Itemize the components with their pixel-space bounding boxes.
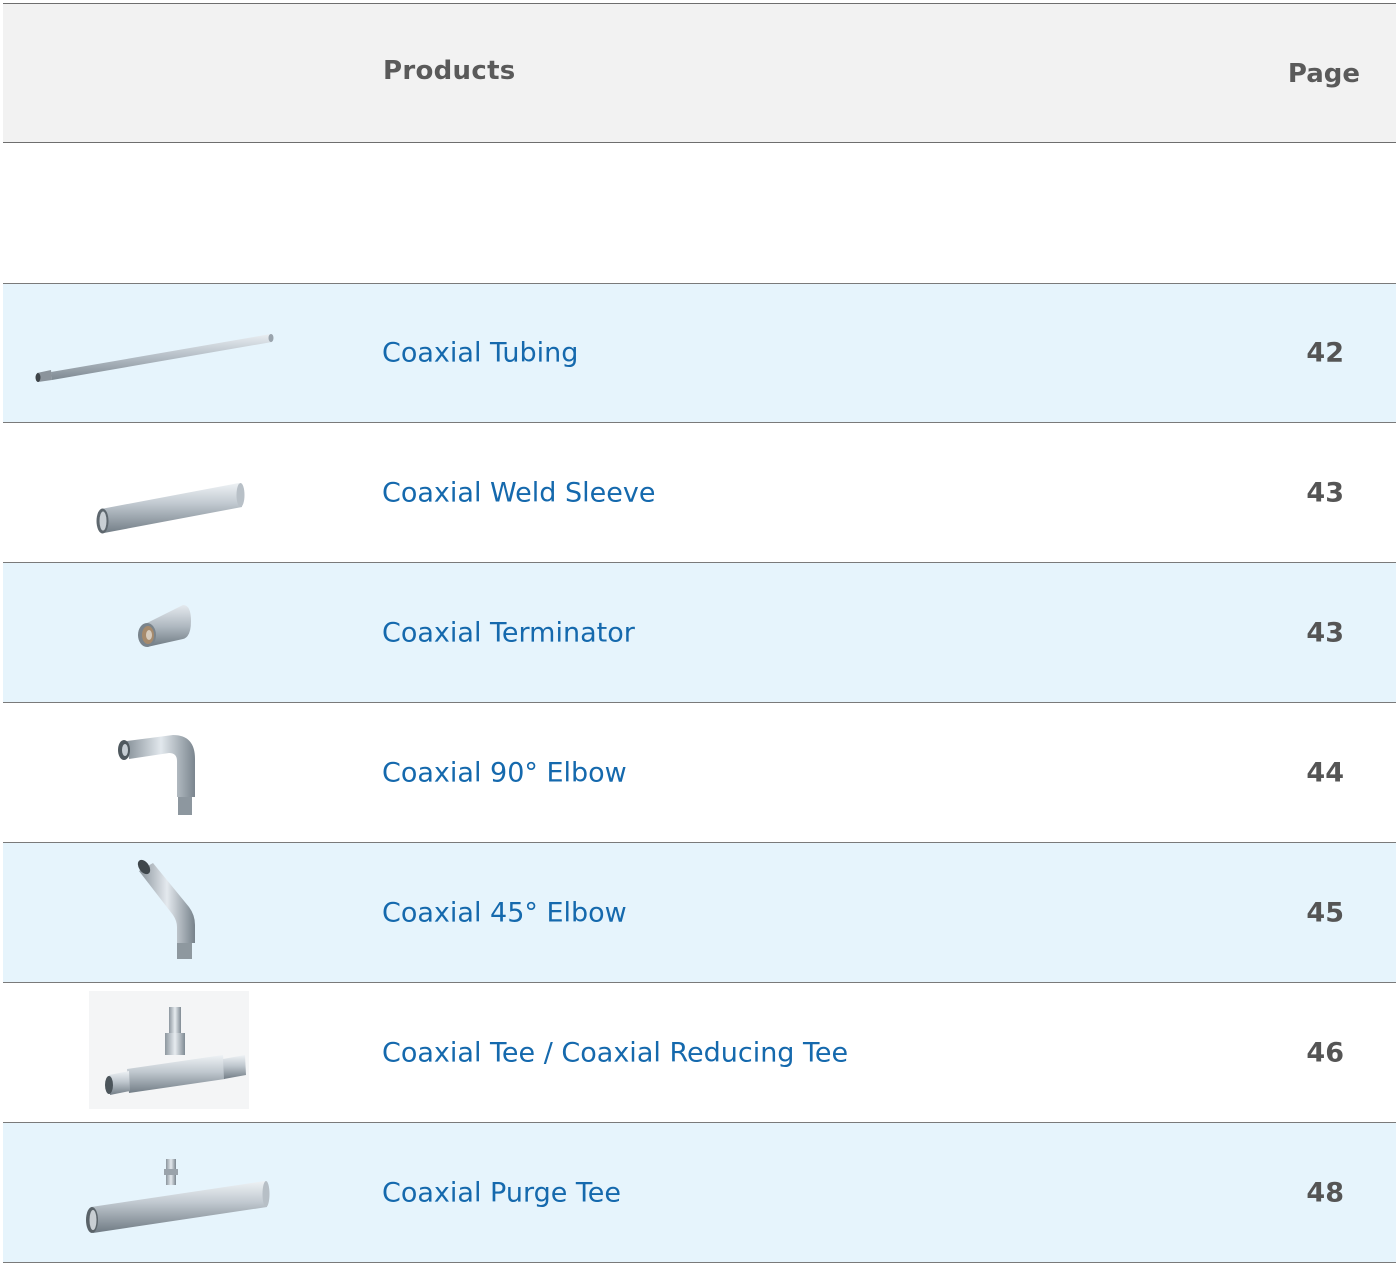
coaxial-weld-sleeve-icon xyxy=(23,423,313,561)
page-number: 45 xyxy=(1306,897,1344,928)
table-header: Products Page xyxy=(3,3,1396,143)
coaxial-terminator-icon xyxy=(23,563,313,701)
product-link[interactable]: Coaxial Terminator xyxy=(382,617,635,648)
page-number: 43 xyxy=(1306,617,1344,648)
product-link[interactable]: Coaxial Tubing xyxy=(382,338,578,369)
product-link[interactable]: Coaxial 45° Elbow xyxy=(382,897,627,928)
page-column-header: Page xyxy=(1287,59,1360,89)
product-link[interactable]: Coaxial Weld Sleeve xyxy=(382,477,655,508)
product-link[interactable]: Coaxial 90° Elbow xyxy=(382,757,627,788)
page-number: 48 xyxy=(1306,1177,1344,1208)
table-row[interactable]: Coaxial Purge Tee 48 xyxy=(3,1123,1396,1263)
page-number: 44 xyxy=(1306,757,1344,788)
page-number: 43 xyxy=(1306,477,1344,508)
table-row[interactable]: Coaxial 90° Elbow 44 xyxy=(3,703,1396,843)
table-row[interactable]: Coaxial 45° Elbow 45 xyxy=(3,843,1396,983)
products-column-header: Products xyxy=(383,56,516,86)
product-link[interactable]: Coaxial Purge Tee xyxy=(382,1177,621,1208)
table-row[interactable]: Coaxial Weld Sleeve 43 xyxy=(3,423,1396,563)
coaxial-45-elbow-icon xyxy=(23,843,313,981)
table-row[interactable]: Coaxial Terminator 43 xyxy=(3,563,1396,703)
coaxial-purge-tee-icon xyxy=(23,1123,313,1261)
product-link[interactable]: Coaxial Tee / Coaxial Reducing Tee xyxy=(382,1037,848,1068)
table-row[interactable]: Coaxial Tee / Coaxial Reducing Tee 46 xyxy=(3,983,1396,1123)
table-row[interactable]: Coaxial Tubing 42 xyxy=(3,283,1396,423)
coaxial-tubing-icon xyxy=(23,284,313,422)
page-number: 42 xyxy=(1306,337,1344,369)
coaxial-tee-icon xyxy=(23,983,313,1121)
page-number: 46 xyxy=(1306,1037,1344,1068)
coaxial-90-elbow-icon xyxy=(23,703,313,841)
